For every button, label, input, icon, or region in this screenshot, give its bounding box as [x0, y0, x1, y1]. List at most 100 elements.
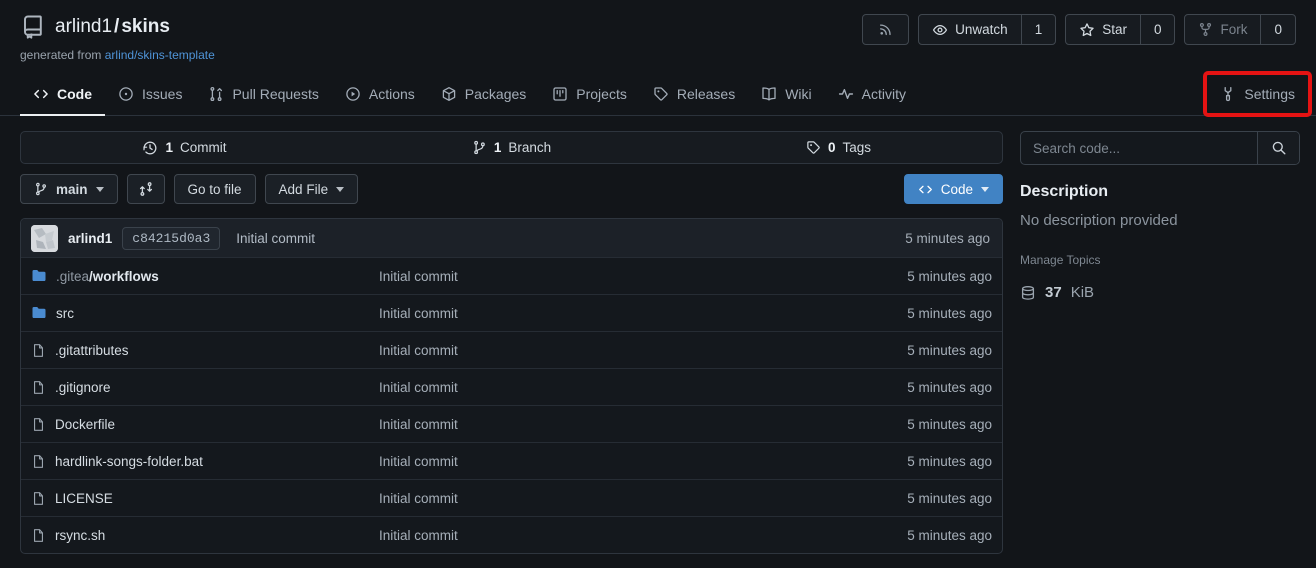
folder-icon: [31, 305, 47, 321]
fork-count[interactable]: 0: [1260, 15, 1295, 44]
latest-commit-row: arlind1 c84215d0a3 Initial commit 5 minu…: [21, 219, 1002, 257]
repo-tabbar: Code Issues Pull Requests Actions: [0, 73, 1316, 116]
file-commit-message[interactable]: Initial commit: [379, 491, 842, 506]
database-icon: [1020, 285, 1036, 301]
page-title: arlind1/skins: [55, 16, 170, 38]
table-row: .gitea/workflows Initial commit 5 minute…: [21, 257, 1002, 294]
file-link[interactable]: .gitattributes: [55, 343, 129, 358]
file-commit-message[interactable]: Initial commit: [379, 454, 842, 469]
file-list-panel: arlind1 c84215d0a3 Initial commit 5 minu…: [20, 218, 1003, 554]
content: 1 Commit 1 Branch: [0, 116, 1316, 554]
pulse-icon: [838, 86, 854, 102]
file-commit-message[interactable]: Initial commit: [379, 343, 842, 358]
file-commit-message[interactable]: Initial commit: [379, 269, 842, 284]
repo-size: 37 KiB: [1020, 284, 1300, 301]
repo-stats-bar: 1 Commit 1 Branch: [20, 131, 1003, 164]
repo-name-link[interactable]: skins: [121, 16, 170, 37]
file-link[interactable]: .gitignore: [55, 380, 111, 395]
file-commit-message[interactable]: Initial commit: [379, 306, 842, 321]
table-row: LICENSE Initial commit 5 minutes ago: [21, 479, 1002, 516]
fork-button[interactable]: Fork 0: [1184, 14, 1296, 45]
file-link[interactable]: rsync.sh: [55, 528, 105, 543]
compare-button[interactable]: [127, 174, 165, 204]
search-input[interactable]: [1021, 132, 1257, 164]
settings-annotation-box: Settings: [1203, 71, 1312, 117]
file-commit-message[interactable]: Initial commit: [379, 528, 842, 543]
tab-code[interactable]: Code: [20, 73, 105, 116]
watch-count[interactable]: 1: [1021, 15, 1056, 44]
pull-request-icon: [208, 86, 224, 102]
file-icon: [31, 491, 46, 506]
history-icon: [142, 140, 158, 156]
table-row: hardlink-songs-folder.bat Initial commit…: [21, 442, 1002, 479]
repo-owner-link[interactable]: arlind1: [55, 16, 112, 37]
file-commit-message[interactable]: Initial commit: [379, 417, 842, 432]
search-button[interactable]: [1257, 132, 1299, 164]
branch-icon: [34, 182, 48, 196]
manage-topics-link[interactable]: Manage Topics: [1020, 253, 1300, 267]
commit-hash-link[interactable]: c84215d0a3: [122, 227, 220, 250]
tab-activity[interactable]: Activity: [825, 73, 919, 116]
tab-releases[interactable]: Releases: [640, 73, 748, 116]
branches-stat[interactable]: 1 Branch: [348, 132, 675, 163]
file-link[interactable]: LICENSE: [55, 491, 113, 506]
header-actions: Unwatch 1 Star 0: [862, 14, 1296, 45]
tab-packages[interactable]: Packages: [428, 73, 539, 116]
generated-from: generated from arlind/skins-template: [20, 48, 1296, 62]
branch-icon: [472, 140, 487, 155]
file-commit-time: 5 minutes ago: [842, 491, 992, 506]
commit-time: 5 minutes ago: [905, 231, 992, 246]
tab-wiki[interactable]: Wiki: [748, 73, 824, 116]
file-toolbar: main Go to file Add File: [20, 174, 1003, 204]
file-link[interactable]: .gitea/workflows: [56, 269, 159, 284]
commits-stat[interactable]: 1 Commit: [21, 132, 348, 163]
file-icon: [31, 528, 46, 543]
rss-button[interactable]: [862, 14, 909, 45]
search-icon: [1271, 140, 1287, 156]
commit-author-link[interactable]: arlind1: [68, 231, 112, 246]
file-icon: [31, 343, 46, 358]
description-text: No description provided: [1020, 212, 1300, 229]
project-board-icon: [552, 86, 568, 102]
file-link[interactable]: Dockerfile: [55, 417, 115, 432]
file-commit-time: 5 minutes ago: [842, 343, 992, 358]
star-count[interactable]: 0: [1140, 15, 1175, 44]
file-icon: [31, 454, 46, 469]
book-icon: [761, 86, 777, 102]
size-unit: KiB: [1071, 284, 1094, 301]
file-commit-message[interactable]: Initial commit: [379, 380, 842, 395]
file-icon: [31, 417, 46, 432]
tab-pull-requests[interactable]: Pull Requests: [195, 73, 331, 116]
branch-selector[interactable]: main: [20, 174, 118, 204]
file-commit-time: 5 minutes ago: [842, 269, 992, 284]
add-file-button[interactable]: Add File: [265, 174, 359, 204]
tag-icon: [653, 86, 669, 102]
tab-issues[interactable]: Issues: [105, 73, 195, 116]
folder-icon: [31, 268, 47, 284]
file-commit-time: 5 minutes ago: [842, 528, 992, 543]
fork-icon: [1198, 22, 1213, 37]
template-link[interactable]: arlind/skins-template: [105, 48, 215, 62]
table-row: rsync.sh Initial commit 5 minutes ago: [21, 516, 1002, 553]
code-icon: [33, 86, 49, 102]
avatar[interactable]: [31, 225, 58, 252]
tab-actions[interactable]: Actions: [332, 73, 428, 116]
table-row: .gitignore Initial commit 5 minutes ago: [21, 368, 1002, 405]
wrench-icon: [1220, 86, 1236, 102]
package-icon: [441, 86, 457, 102]
tab-settings[interactable]: Settings: [1207, 75, 1308, 113]
star-icon: [1079, 22, 1095, 38]
table-row: Dockerfile Initial commit 5 minutes ago: [21, 405, 1002, 442]
file-link[interactable]: hardlink-songs-folder.bat: [55, 454, 203, 469]
file-commit-time: 5 minutes ago: [842, 417, 992, 432]
star-button[interactable]: Star 0: [1065, 14, 1175, 45]
unwatch-button[interactable]: Unwatch 1: [918, 14, 1056, 45]
code-download-button[interactable]: Code: [904, 174, 1003, 204]
play-circle-icon: [345, 86, 361, 102]
tags-stat[interactable]: 0 Tags: [675, 132, 1002, 163]
chevron-down-icon: [981, 187, 989, 192]
commit-message-link[interactable]: Initial commit: [236, 231, 315, 246]
goto-file-button[interactable]: Go to file: [174, 174, 256, 204]
tab-projects[interactable]: Projects: [539, 73, 640, 116]
file-link[interactable]: src: [56, 306, 74, 321]
